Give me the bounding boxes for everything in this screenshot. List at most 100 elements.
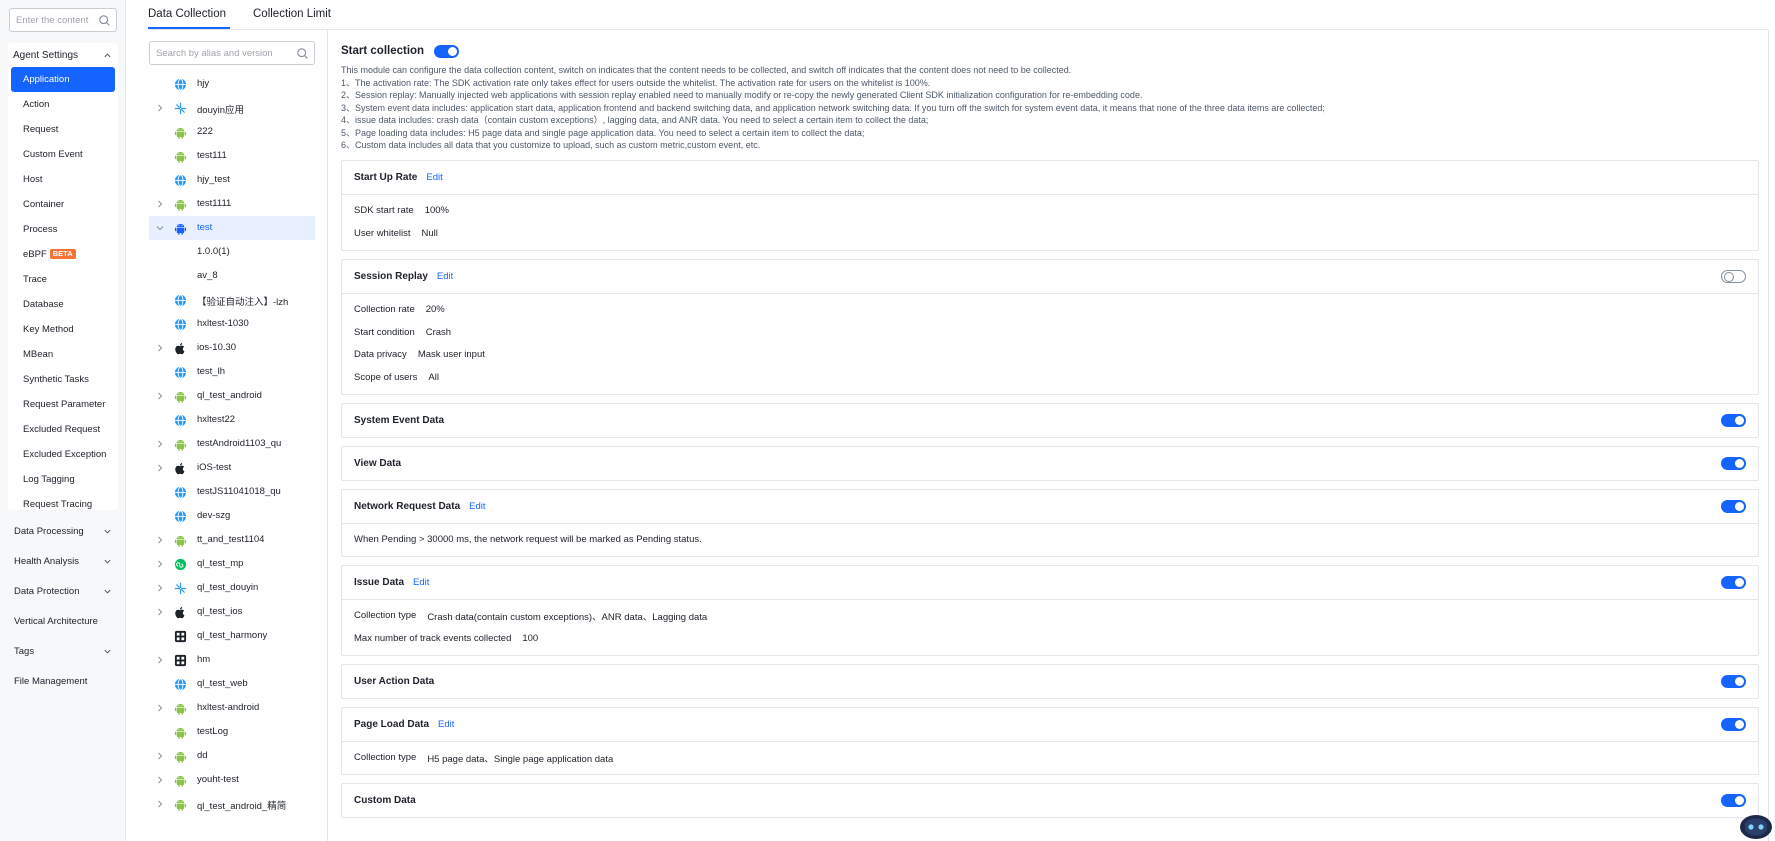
nav-item-database[interactable]: Database: [11, 292, 115, 317]
tree-app-item[interactable]: testAndroid1103_qu: [149, 432, 315, 456]
tree-app-item[interactable]: ql_test_web: [149, 672, 315, 696]
tree-app-item[interactable]: youht-test: [149, 768, 315, 792]
tab-collection-limit[interactable]: Collection Limit: [253, 8, 331, 20]
nav-search-box[interactable]: [9, 8, 117, 32]
tree-app-item[interactable]: dev-szg: [149, 504, 315, 528]
android-icon: [174, 222, 187, 235]
nav-item-mbean[interactable]: MBean: [11, 342, 115, 367]
tree-app-item[interactable]: hm: [149, 648, 315, 672]
nav-item-key-method[interactable]: Key Method: [11, 317, 115, 342]
session-replay-toggle[interactable]: [1721, 269, 1746, 283]
nav-item-excluded-exception[interactable]: Excluded Exception: [11, 442, 115, 467]
nav-item-request-parameter[interactable]: Request Parameter: [11, 392, 115, 417]
chevron-down-icon[interactable]: [156, 224, 164, 232]
android-icon: [174, 702, 187, 715]
nav-item-host[interactable]: Host: [11, 167, 115, 192]
chevron-right-icon[interactable]: [156, 464, 164, 472]
page-load-edit-link[interactable]: Edit: [438, 719, 454, 730]
tree-app-item[interactable]: hxltest-android: [149, 696, 315, 720]
tree-app-item[interactable]: ql_test_android: [149, 384, 315, 408]
nav-section-data-processing[interactable]: Data Processing: [8, 516, 118, 546]
nav-item-log-tagging[interactable]: Log Tagging: [11, 467, 115, 492]
tree-app-item[interactable]: douyin应用: [149, 96, 315, 120]
search-icon[interactable]: [98, 14, 111, 27]
session-replay-edit-link[interactable]: Edit: [437, 271, 453, 282]
nav-item-action[interactable]: Action: [11, 92, 115, 117]
tree-app-item[interactable]: hxltest-1030: [149, 312, 315, 336]
nav-item-request[interactable]: Request: [11, 117, 115, 142]
tree-app-item[interactable]: ql_test_android_精简: [149, 792, 315, 816]
tree-item-label: test: [197, 222, 213, 233]
tree-app-item[interactable]: ql_test_ios: [149, 600, 315, 624]
search-icon[interactable]: [296, 47, 309, 60]
tree-item-label: dd: [197, 750, 208, 761]
startup-rate-edit-link[interactable]: Edit: [426, 172, 442, 183]
chevron-right-icon[interactable]: [156, 656, 164, 664]
issue-data-edit-link[interactable]: Edit: [413, 577, 429, 588]
tree-app-item[interactable]: testLog: [149, 720, 315, 744]
tree-app-item[interactable]: 【验证自动注入】-lzh: [149, 288, 315, 312]
tree-app-item[interactable]: ios-10.30: [149, 336, 315, 360]
chevron-right-icon[interactable]: [156, 776, 164, 784]
tree-app-item[interactable]: ql_test_mp: [149, 552, 315, 576]
tree-item-label: youht-test: [197, 774, 239, 785]
nav-item-trace[interactable]: Trace: [11, 267, 115, 292]
chevron-right-icon[interactable]: [156, 800, 164, 808]
network-request-edit-link[interactable]: Edit: [469, 501, 485, 512]
nav-item-excluded-request[interactable]: Excluded Request: [11, 417, 115, 442]
system-event-toggle[interactable]: [1721, 413, 1746, 427]
tree-app-item[interactable]: test1111: [149, 192, 315, 216]
tree-app-item[interactable]: test111: [149, 144, 315, 168]
tree-app-item[interactable]: dd: [149, 744, 315, 768]
tree-app-item[interactable]: test_lh: [149, 360, 315, 384]
chevron-right-icon[interactable]: [156, 200, 164, 208]
tree-app-item[interactable]: 222: [149, 120, 315, 144]
chevron-right-icon[interactable]: [156, 752, 164, 760]
nav-section-health-analysis[interactable]: Health Analysis: [8, 546, 118, 576]
miniapp-icon: [174, 102, 187, 115]
chevron-right-icon[interactable]: [156, 584, 164, 592]
user-action-toggle[interactable]: [1721, 674, 1746, 688]
agent-settings-header[interactable]: Agent Settings: [8, 43, 118, 67]
chevron-right-icon[interactable]: [156, 344, 164, 352]
nav-item-synthetic-tasks[interactable]: Synthetic Tasks: [11, 367, 115, 392]
network-request-toggle[interactable]: [1721, 499, 1746, 513]
nav-item-container[interactable]: Container: [11, 192, 115, 217]
tree-app-item[interactable]: iOS-test: [149, 456, 315, 480]
tree-app-item[interactable]: hjy_test: [149, 168, 315, 192]
tree-app-item[interactable]: test: [149, 216, 315, 240]
tree-search-input[interactable]: [150, 42, 290, 64]
nav-item-request-tracing[interactable]: Request Tracing: [11, 492, 115, 517]
chevron-right-icon[interactable]: [156, 704, 164, 712]
tree-app-item[interactable]: ql_test_harmony: [149, 624, 315, 648]
nav-item-application[interactable]: Application: [11, 67, 115, 92]
view-data-toggle[interactable]: [1721, 456, 1746, 470]
start-collection-toggle[interactable]: [434, 44, 460, 58]
nav-section-file-management[interactable]: File Management: [8, 666, 118, 696]
chevron-right-icon[interactable]: [156, 104, 164, 112]
issue-data-toggle[interactable]: [1721, 575, 1746, 589]
nav-section-vertical-architecture[interactable]: Vertical Architecture: [8, 606, 118, 636]
chevron-right-icon[interactable]: [156, 560, 164, 568]
tree-search-box[interactable]: [149, 41, 315, 65]
tree-app-item[interactable]: hjy: [149, 72, 315, 96]
tree-version-item[interactable]: 1.0.0(1): [149, 240, 315, 264]
chevron-right-icon[interactable]: [156, 440, 164, 448]
nav-search-input[interactable]: [10, 9, 96, 31]
nav-section-tags[interactable]: Tags: [8, 636, 118, 666]
page-load-toggle[interactable]: [1721, 717, 1746, 731]
tree-version-item[interactable]: av_8: [149, 264, 315, 288]
assistant-robot-icon[interactable]: [1738, 805, 1774, 841]
nav-section-data-protection[interactable]: Data Protection: [8, 576, 118, 606]
chevron-right-icon[interactable]: [156, 392, 164, 400]
tree-app-item[interactable]: testJS11041018_qu: [149, 480, 315, 504]
chevron-right-icon[interactable]: [156, 536, 164, 544]
tree-app-item[interactable]: ql_test_douyin: [149, 576, 315, 600]
nav-item-ebpf[interactable]: eBPF BETA: [11, 242, 115, 267]
chevron-right-icon[interactable]: [156, 608, 164, 616]
nav-item-process[interactable]: Process: [11, 217, 115, 242]
tree-app-item[interactable]: tt_and_test1104: [149, 528, 315, 552]
tree-app-item[interactable]: hxltest22: [149, 408, 315, 432]
tab-data-collection[interactable]: Data Collection: [148, 8, 226, 20]
nav-item-custom-event[interactable]: Custom Event: [11, 142, 115, 167]
